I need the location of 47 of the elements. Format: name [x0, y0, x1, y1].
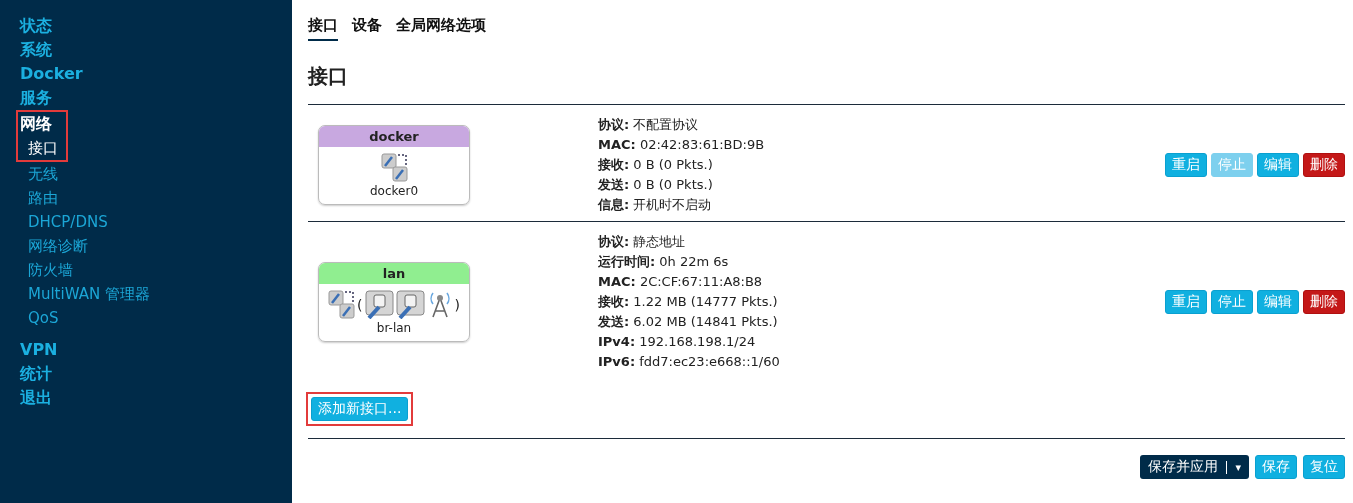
detail-line: 发送: 6.02 MB (14841 Pkts.) — [598, 313, 779, 331]
detail-line: 协议: 不配置协议 — [598, 116, 700, 134]
interface-name: docker — [319, 126, 469, 147]
detail-line: IPv4: 192.168.198.1/24 — [598, 333, 757, 351]
parenthesis: ( — [357, 296, 363, 313]
bridge-icon — [380, 153, 408, 182]
sidebar-item[interactable]: 服务 — [18, 86, 54, 110]
sidebar-subitem[interactable]: DHCP/DNS — [26, 210, 110, 234]
device-name: docker0 — [369, 184, 419, 200]
device-name: br-lan — [375, 321, 413, 337]
tab[interactable]: 全局网络选项 — [396, 14, 486, 41]
bridge-icon — [328, 290, 356, 319]
dropdown-caret[interactable]: ▾ — [1226, 460, 1249, 474]
sidebar-item[interactable]: Docker — [18, 62, 85, 86]
sidebar-subitem[interactable]: 防火墙 — [26, 258, 75, 282]
save-apply-button[interactable]: 保存并应用 ▾ — [1140, 455, 1249, 479]
detail-line: 协议: 静态地址 — [598, 233, 687, 251]
sidebar-subitem[interactable]: 无线 — [26, 162, 60, 186]
sidebar-subitem[interactable]: 网络诊断 — [26, 234, 90, 258]
delete-button[interactable]: 删除 — [1303, 290, 1345, 314]
sidebar-item[interactable]: 退出 — [18, 386, 54, 410]
section-heading: 接口 — [308, 63, 349, 90]
tab[interactable]: 设备 — [352, 14, 382, 41]
sidebar-item[interactable]: 系统 — [18, 38, 54, 62]
save-apply-label[interactable]: 保存并应用 — [1140, 458, 1227, 476]
parenthesis: ) — [454, 296, 460, 313]
tab[interactable]: 接口 — [308, 14, 338, 41]
sidebar-item[interactable]: 状态 — [18, 14, 54, 38]
sidebar-item[interactable]: 统计 — [18, 362, 54, 386]
detail-line: IPv6: fdd7:ec23:e668::1/60 — [598, 353, 781, 371]
detail-line: 发送: 0 B (0 Pkts.) — [598, 176, 714, 194]
detail-line: MAC: 2C:CF:67:11:A8:B8 — [598, 273, 764, 291]
sidebar-subitem[interactable]: 路由 — [26, 186, 60, 210]
detail-line: 接收: 0 B (0 Pkts.) — [598, 156, 714, 174]
delete-button[interactable]: 删除 — [1303, 153, 1345, 177]
detail-line: 信息: 开机时不启动 — [598, 196, 713, 214]
interface-name: lan — [319, 263, 469, 284]
sidebar-item[interactable]: VPN — [18, 338, 60, 362]
detail-line: MAC: 02:42:83:61:BD:9B — [598, 136, 766, 154]
sidebar-subitem[interactable]: MultiWAN 管理器 — [26, 282, 152, 306]
ethernet-port-icon — [395, 290, 425, 319]
sidebar-subitem[interactable]: 接口 — [16, 136, 68, 162]
sidebar-subitem[interactable]: QoS — [26, 306, 61, 330]
detail-line: 运行时间: 0h 22m 6s — [598, 253, 730, 271]
sidebar-item[interactable]: 网络 — [16, 110, 68, 136]
detail-line: 接收: 1.22 MB (14777 Pkts.) — [598, 293, 779, 311]
ethernet-port-icon — [364, 290, 394, 319]
